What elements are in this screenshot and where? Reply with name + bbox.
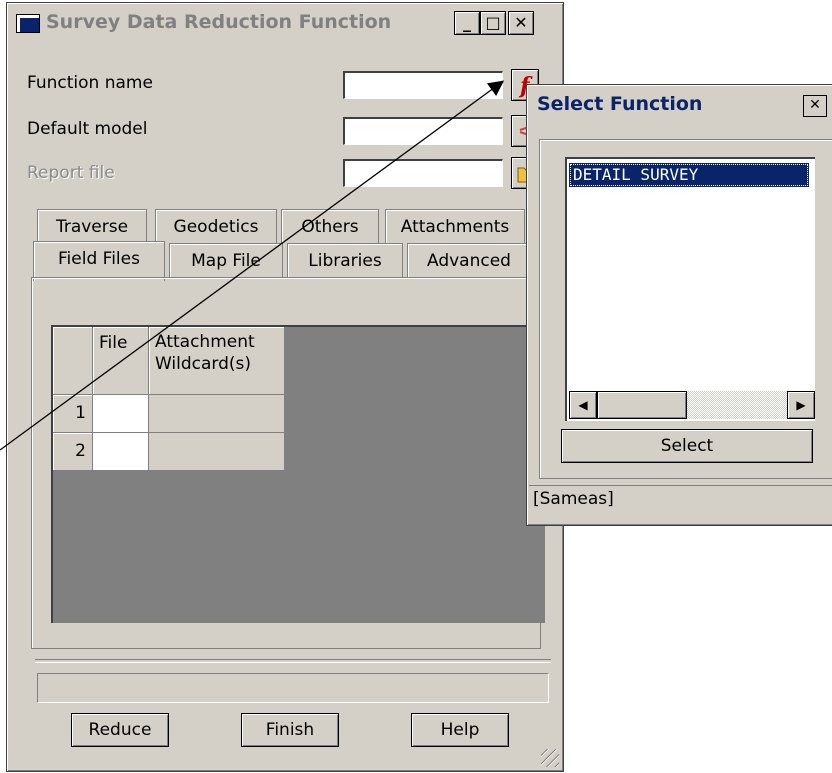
annotation-arrow [0,80,505,451]
